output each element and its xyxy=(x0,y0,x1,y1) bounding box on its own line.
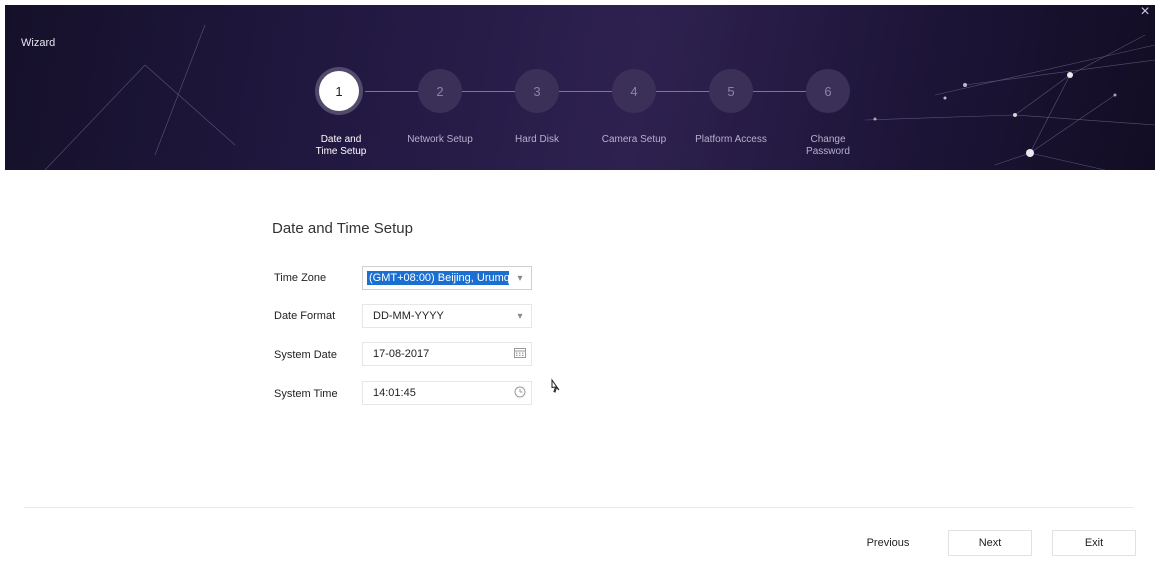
time-zone-select[interactable]: (GMT+08:00) Beijing, Urumq ▾ xyxy=(362,266,532,290)
step-connector xyxy=(365,91,419,92)
date-format-label: Date Format xyxy=(274,310,336,322)
step-connector xyxy=(462,91,516,92)
step-connector xyxy=(656,91,710,92)
date-format-value: DD-MM-YYYY xyxy=(373,310,444,322)
date-format-select[interactable]: DD-MM-YYYY ▾ xyxy=(362,304,532,328)
step-5-circle[interactable]: 5 xyxy=(709,69,753,113)
system-date-input[interactable]: 17-08-2017 xyxy=(362,342,532,366)
footer-divider xyxy=(24,507,1134,508)
step-1-circle[interactable]: 1 xyxy=(319,71,359,111)
step-6-label[interactable]: Change Password xyxy=(780,134,876,158)
system-date-value: 17-08-2017 xyxy=(373,348,430,360)
wizard-header: Wizard × 1 2 3 4 5 6 Date and Time Setup… xyxy=(5,5,1155,170)
dropdown-arrow-icon: ▾ xyxy=(517,272,523,284)
system-date-label: System Date xyxy=(274,349,337,361)
mouse-cursor-icon xyxy=(551,378,560,393)
system-time-input[interactable]: 14:01:45 xyxy=(362,381,532,405)
step-connector xyxy=(559,91,613,92)
step-2-circle[interactable]: 2 xyxy=(418,69,462,113)
time-zone-value: (GMT+08:00) Beijing, Urumq xyxy=(367,271,509,285)
step-2-label[interactable]: Network Setup xyxy=(392,134,488,146)
step-4-circle[interactable]: 4 xyxy=(612,69,656,113)
step-1-label[interactable]: Date and Time Setup xyxy=(291,134,391,158)
next-button[interactable]: Next xyxy=(948,530,1032,556)
exit-button[interactable]: Exit xyxy=(1052,530,1136,556)
step-3-circle[interactable]: 3 xyxy=(515,69,559,113)
wizard-stepper: 1 2 3 4 5 6 Date and Time Setup Network … xyxy=(5,5,1155,170)
system-time-label: System Time xyxy=(274,388,338,400)
calendar-icon[interactable] xyxy=(509,347,531,361)
page-title: Date and Time Setup xyxy=(272,220,413,237)
previous-button[interactable]: Previous xyxy=(846,530,930,556)
clock-icon[interactable] xyxy=(509,386,531,401)
time-zone-label: Time Zone xyxy=(274,272,327,284)
step-5-label[interactable]: Platform Access xyxy=(683,134,779,146)
step-4-label[interactable]: Camera Setup xyxy=(586,134,682,146)
step-6-circle[interactable]: 6 xyxy=(806,69,850,113)
system-time-value: 14:01:45 xyxy=(373,387,416,399)
dropdown-arrow-icon: ▾ xyxy=(517,310,523,322)
step-3-label[interactable]: Hard Disk xyxy=(489,134,585,146)
step-connector xyxy=(753,91,807,92)
